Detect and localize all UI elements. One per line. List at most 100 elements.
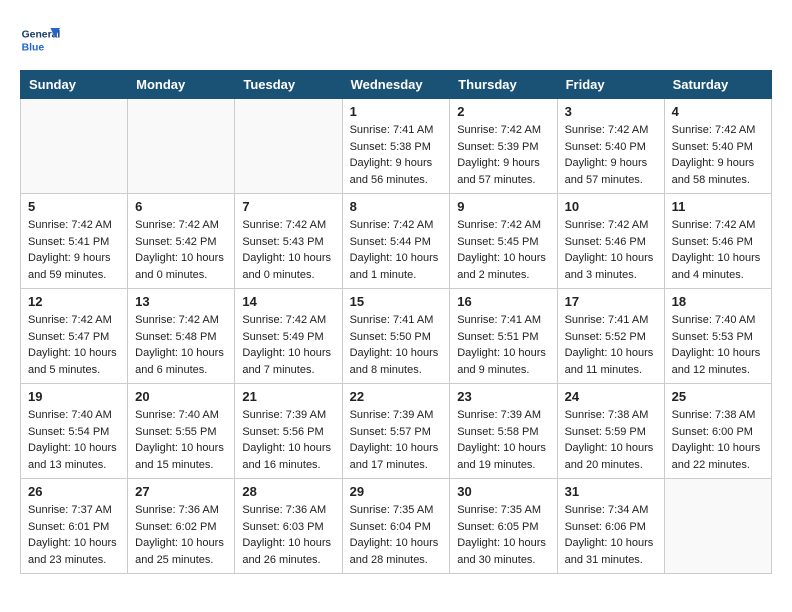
day-info: Sunrise: 7:36 AMSunset: 6:02 PMDaylight:… <box>135 502 227 568</box>
calendar-cell: 28 Sunrise: 7:36 AMSunset: 6:03 PMDayligh… <box>235 479 342 574</box>
day-number: 10 <box>565 199 657 214</box>
day-number: 18 <box>672 294 764 309</box>
day-number: 9 <box>457 199 549 214</box>
day-info: Sunrise: 7:40 AMSunset: 5:55 PMDaylight:… <box>135 407 227 473</box>
page-header: General Blue <box>20 20 772 60</box>
calendar: SundayMondayTuesdayWednesdayThursdayFrid… <box>20 70 772 574</box>
weekday-header-wednesday: Wednesday <box>342 71 450 99</box>
day-info: Sunrise: 7:42 AMSunset: 5:45 PMDaylight:… <box>457 217 549 283</box>
day-info: Sunrise: 7:42 AMSunset: 5:46 PMDaylight:… <box>565 217 657 283</box>
day-number: 16 <box>457 294 549 309</box>
day-number: 20 <box>135 389 227 404</box>
day-info: Sunrise: 7:42 AMSunset: 5:42 PMDaylight:… <box>135 217 227 283</box>
calendar-cell: 13 Sunrise: 7:42 AMSunset: 5:48 PMDayligh… <box>128 289 235 384</box>
calendar-cell <box>21 99 128 194</box>
day-info: Sunrise: 7:38 AMSunset: 5:59 PMDaylight:… <box>565 407 657 473</box>
day-number: 7 <box>242 199 334 214</box>
week-row-1: 1Sunrise: 7:41 AMSunset: 5:38 PMDaylight… <box>21 99 772 194</box>
day-number: 17 <box>565 294 657 309</box>
day-info: Sunrise: 7:39 AMSunset: 5:58 PMDaylight:… <box>457 407 549 473</box>
day-info: Sunrise: 7:41 AMSunset: 5:50 PMDaylight:… <box>350 312 443 378</box>
calendar-cell: 25Sunrise: 7:38 AMSunset: 6:00 PMDayligh… <box>664 384 771 479</box>
calendar-cell: 29Sunrise: 7:35 AMSunset: 6:04 PMDayligh… <box>342 479 450 574</box>
calendar-cell: 17Sunrise: 7:41 AMSunset: 5:52 PMDayligh… <box>557 289 664 384</box>
day-number: 13 <box>135 294 227 309</box>
weekday-header-thursday: Thursday <box>450 71 557 99</box>
day-info: Sunrise: 7:36 AMSunset: 6:03 PMDaylight:… <box>242 502 334 568</box>
calendar-cell: 27 Sunrise: 7:36 AMSunset: 6:02 PMDayligh… <box>128 479 235 574</box>
day-number: 21 <box>242 389 334 404</box>
calendar-cell <box>235 99 342 194</box>
day-number: 24 <box>565 389 657 404</box>
calendar-cell: 4 Sunrise: 7:42 AMSunset: 5:40 PMDaylight… <box>664 99 771 194</box>
calendar-cell: 5Sunrise: 7:42 AMSunset: 5:41 PMDaylight… <box>21 194 128 289</box>
weekday-header-tuesday: Tuesday <box>235 71 342 99</box>
calendar-cell: 10 Sunrise: 7:42 AMSunset: 5:46 PMDayligh… <box>557 194 664 289</box>
day-number: 27 <box>135 484 227 499</box>
calendar-cell <box>128 99 235 194</box>
calendar-cell: 15 Sunrise: 7:41 AMSunset: 5:50 PMDayligh… <box>342 289 450 384</box>
weekday-header-sunday: Sunday <box>21 71 128 99</box>
day-info: Sunrise: 7:41 AMSunset: 5:38 PMDaylight:… <box>350 122 443 188</box>
day-number: 31 <box>565 484 657 499</box>
calendar-cell: 14Sunrise: 7:42 AMSunset: 5:49 PMDayligh… <box>235 289 342 384</box>
calendar-cell: 16 Sunrise: 7:41 AMSunset: 5:51 PMDayligh… <box>450 289 557 384</box>
weekday-header-friday: Friday <box>557 71 664 99</box>
day-info: Sunrise: 7:37 AMSunset: 6:01 PMDaylight:… <box>28 502 120 568</box>
calendar-header-row: SundayMondayTuesdayWednesdayThursdayFrid… <box>21 71 772 99</box>
calendar-cell: 18 Sunrise: 7:40 AMSunset: 5:53 PMDayligh… <box>664 289 771 384</box>
day-number: 4 <box>672 104 764 119</box>
day-info: Sunrise: 7:35 AMSunset: 6:04 PMDaylight:… <box>350 502 443 568</box>
calendar-cell: 30 Sunrise: 7:35 AMSunset: 6:05 PMDayligh… <box>450 479 557 574</box>
calendar-cell: 7 Sunrise: 7:42 AMSunset: 5:43 PMDaylight… <box>235 194 342 289</box>
day-number: 22 <box>350 389 443 404</box>
day-info: Sunrise: 7:42 AMSunset: 5:49 PMDaylight:… <box>242 312 334 378</box>
logo: General Blue <box>20 20 64 60</box>
day-info: Sunrise: 7:42 AMSunset: 5:41 PMDaylight:… <box>28 217 120 283</box>
calendar-cell: 22Sunrise: 7:39 AMSunset: 5:57 PMDayligh… <box>342 384 450 479</box>
day-number: 11 <box>672 199 764 214</box>
day-number: 8 <box>350 199 443 214</box>
calendar-cell: 26 Sunrise: 7:37 AMSunset: 6:01 PMDayligh… <box>21 479 128 574</box>
day-info: Sunrise: 7:34 AMSunset: 6:06 PMDaylight:… <box>565 502 657 568</box>
day-number: 15 <box>350 294 443 309</box>
day-info: Sunrise: 7:42 AMSunset: 5:40 PMDaylight:… <box>672 122 764 188</box>
calendar-cell: 20 Sunrise: 7:40 AMSunset: 5:55 PMDayligh… <box>128 384 235 479</box>
day-number: 23 <box>457 389 549 404</box>
day-info: Sunrise: 7:42 AMSunset: 5:46 PMDaylight:… <box>672 217 764 283</box>
day-number: 28 <box>242 484 334 499</box>
calendar-cell <box>664 479 771 574</box>
calendar-cell: 23 Sunrise: 7:39 AMSunset: 5:58 PMDayligh… <box>450 384 557 479</box>
day-info: Sunrise: 7:42 AMSunset: 5:47 PMDaylight:… <box>28 312 120 378</box>
calendar-cell: 21 Sunrise: 7:39 AMSunset: 5:56 PMDayligh… <box>235 384 342 479</box>
day-number: 30 <box>457 484 549 499</box>
calendar-cell: 24 Sunrise: 7:38 AMSunset: 5:59 PMDayligh… <box>557 384 664 479</box>
week-row-5: 26 Sunrise: 7:37 AMSunset: 6:01 PMDayligh… <box>21 479 772 574</box>
day-info: Sunrise: 7:42 AMSunset: 5:40 PMDaylight:… <box>565 122 657 188</box>
day-info: Sunrise: 7:42 AMSunset: 5:43 PMDaylight:… <box>242 217 334 283</box>
weekday-header-saturday: Saturday <box>664 71 771 99</box>
calendar-cell: 3 Sunrise: 7:42 AMSunset: 5:40 PMDaylight… <box>557 99 664 194</box>
calendar-cell: 11 Sunrise: 7:42 AMSunset: 5:46 PMDayligh… <box>664 194 771 289</box>
week-row-2: 5Sunrise: 7:42 AMSunset: 5:41 PMDaylight… <box>21 194 772 289</box>
calendar-cell: 6Sunrise: 7:42 AMSunset: 5:42 PMDaylight… <box>128 194 235 289</box>
calendar-cell: 12 Sunrise: 7:42 AMSunset: 5:47 PMDayligh… <box>21 289 128 384</box>
day-number: 3 <box>565 104 657 119</box>
day-info: Sunrise: 7:42 AMSunset: 5:44 PMDaylight:… <box>350 217 443 283</box>
day-number: 26 <box>28 484 120 499</box>
day-info: Sunrise: 7:35 AMSunset: 6:05 PMDaylight:… <box>457 502 549 568</box>
week-row-4: 19Sunrise: 7:40 AMSunset: 5:54 PMDayligh… <box>21 384 772 479</box>
day-number: 12 <box>28 294 120 309</box>
day-info: Sunrise: 7:42 AMSunset: 5:39 PMDaylight:… <box>457 122 549 188</box>
day-info: Sunrise: 7:42 AMSunset: 5:48 PMDaylight:… <box>135 312 227 378</box>
calendar-cell: 9 Sunrise: 7:42 AMSunset: 5:45 PMDaylight… <box>450 194 557 289</box>
calendar-cell: 1Sunrise: 7:41 AMSunset: 5:38 PMDaylight… <box>342 99 450 194</box>
weekday-header-monday: Monday <box>128 71 235 99</box>
week-row-3: 12 Sunrise: 7:42 AMSunset: 5:47 PMDayligh… <box>21 289 772 384</box>
day-info: Sunrise: 7:39 AMSunset: 5:56 PMDaylight:… <box>242 407 334 473</box>
day-info: Sunrise: 7:38 AMSunset: 6:00 PMDaylight:… <box>672 407 764 473</box>
day-info: Sunrise: 7:40 AMSunset: 5:53 PMDaylight:… <box>672 312 764 378</box>
svg-text:Blue: Blue <box>22 42 45 53</box>
logo-icon: General Blue <box>20 20 60 60</box>
day-info: Sunrise: 7:41 AMSunset: 5:51 PMDaylight:… <box>457 312 549 378</box>
